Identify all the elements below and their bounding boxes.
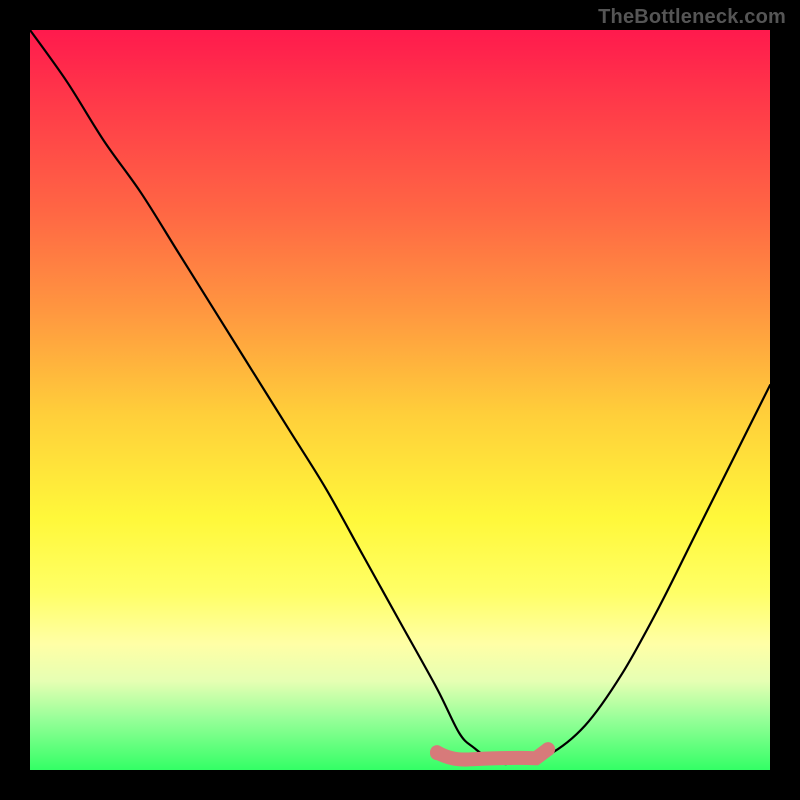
- flat-region-dot-left: [430, 746, 444, 760]
- bottleneck-curve: [30, 30, 770, 764]
- gradient-plot-area: [30, 30, 770, 770]
- chart-frame: TheBottleneck.com: [0, 0, 800, 800]
- flat-region-dot-right: [541, 742, 555, 756]
- curve-svg: [30, 30, 770, 770]
- watermark-text: TheBottleneck.com: [598, 6, 786, 29]
- flat-region-marker: [437, 749, 548, 759]
